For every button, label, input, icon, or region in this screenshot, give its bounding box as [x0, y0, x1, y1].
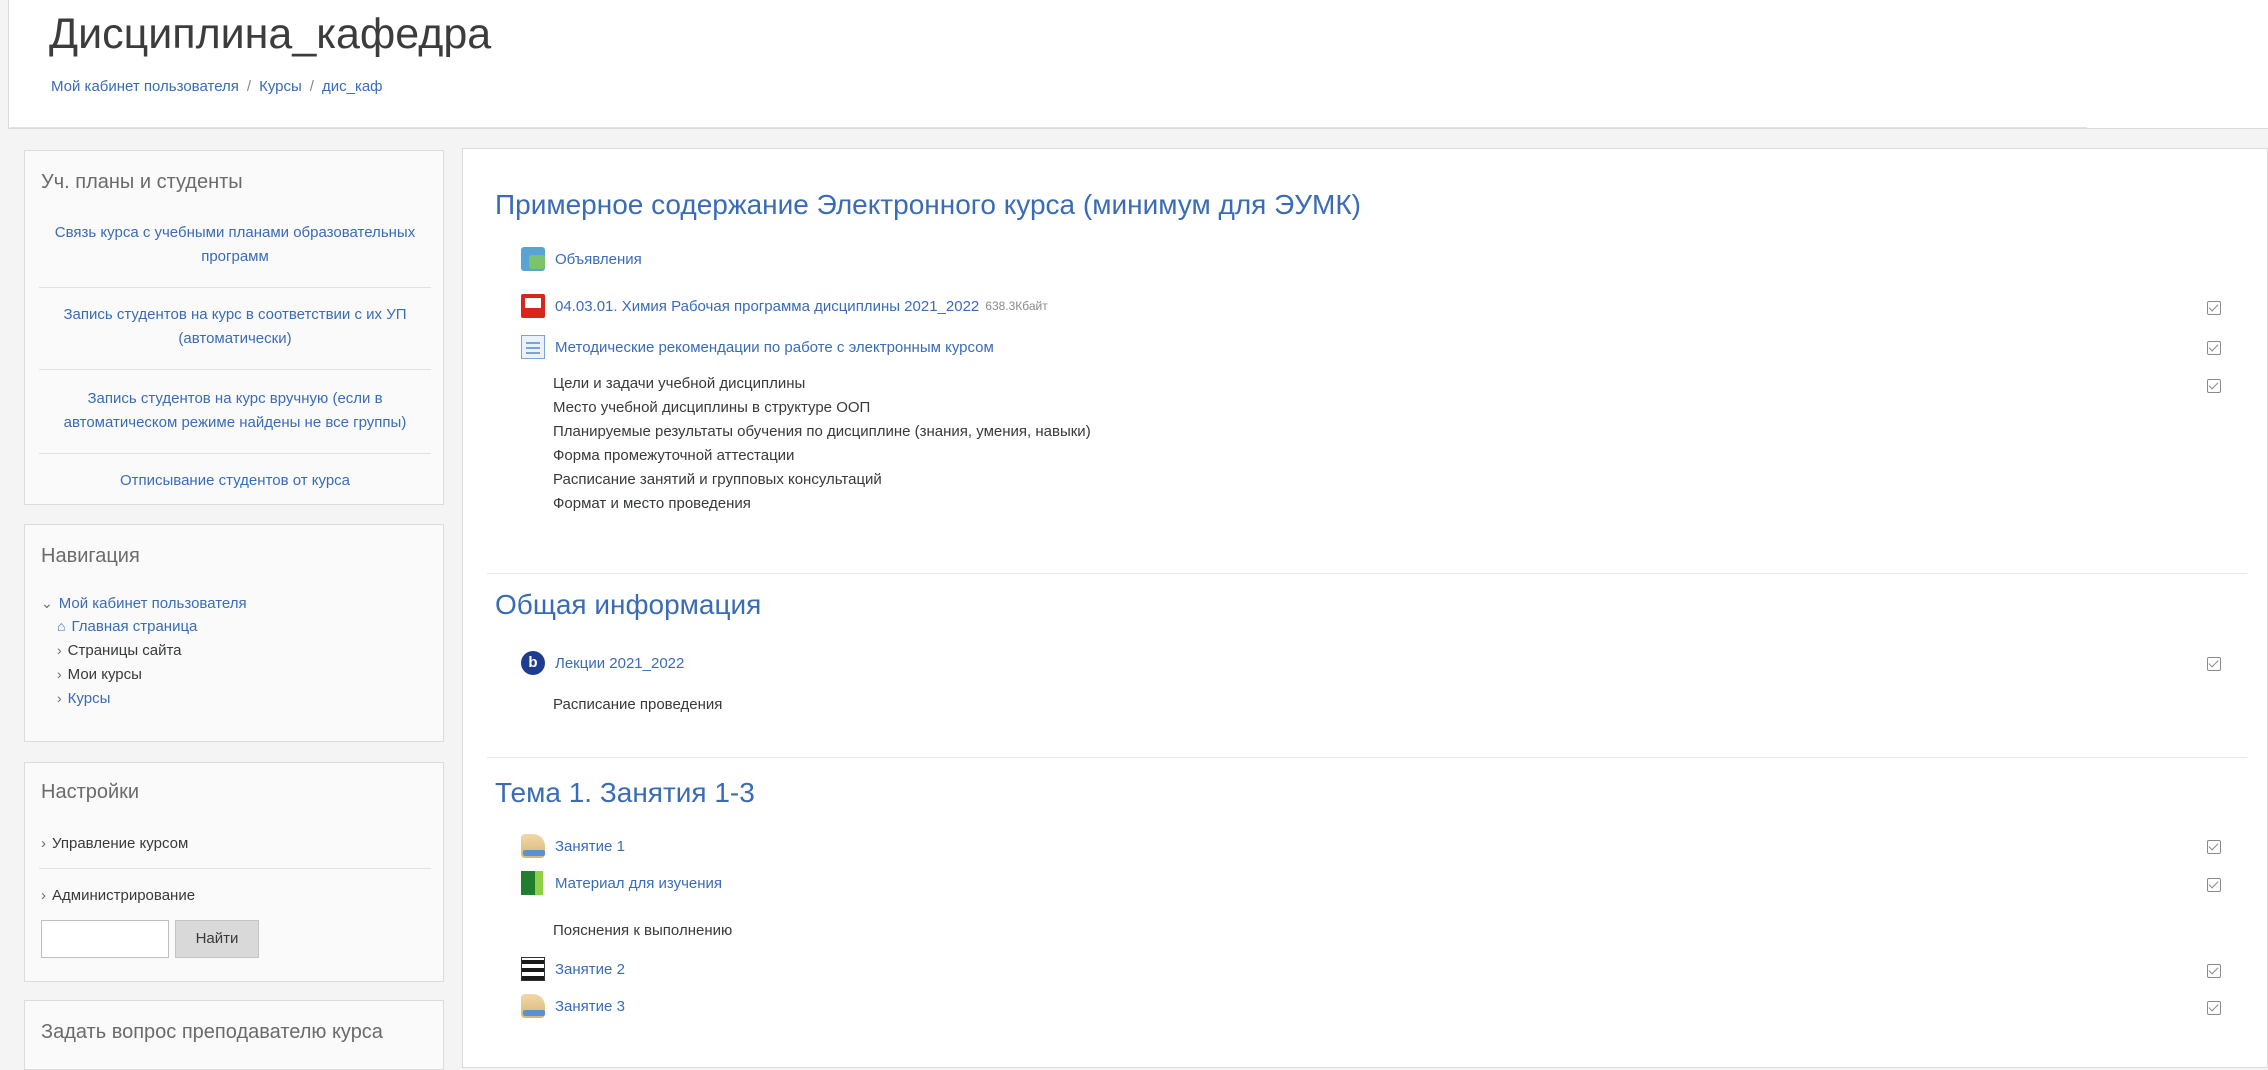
settings-search-input[interactable] [41, 920, 169, 958]
section-title[interactable]: Тема 1. Занятия 1-3 [495, 777, 755, 809]
link-enroll-manual[interactable]: Запись студентов на курс вручную (если в… [39, 387, 431, 435]
divider [39, 453, 431, 454]
activity-lesson-2[interactable]: Занятие 2 [521, 957, 625, 981]
completion-checkbox[interactable] [2207, 301, 2221, 315]
section-title[interactable]: Примерное содержание Электронного курса … [495, 189, 1361, 221]
quiz-icon [521, 957, 545, 981]
page-icon [521, 335, 545, 359]
settings-course-admin[interactable]: › Управление курсом [41, 835, 188, 852]
block-settings: Настройки › Управление курсом › Администри… [24, 762, 444, 982]
home-icon: ⌂ [57, 618, 66, 634]
completion-checkbox[interactable] [2207, 964, 2221, 978]
section-divider [487, 757, 2247, 758]
pdf-icon [521, 294, 545, 318]
chevron-right-icon: › [41, 887, 46, 904]
text-explanations: Пояснения к выполнению [553, 922, 733, 939]
block-ask-teacher: Задать вопрос преподавателю курса [24, 1000, 444, 1070]
chevron-right-icon: › [57, 690, 62, 706]
breadcrumb-my-cabinet[interactable]: Мой кабинет пользователя [51, 78, 239, 95]
chevron-right-icon: › [57, 666, 62, 682]
nav-home[interactable]: ⌂ Главная страница [57, 618, 197, 635]
divider [39, 868, 431, 869]
nav-my-cabinet[interactable]: ⌄ Мой кабинет пользователя [41, 595, 247, 612]
block-title: Навигация [41, 545, 140, 567]
page-title: Дисциплина_кафедра [49, 10, 492, 58]
link-course-plans[interactable]: Связь курса с учебными планами образоват… [39, 221, 431, 269]
section-title[interactable]: Общая информация [495, 589, 761, 621]
header-divider [10, 127, 2087, 128]
activity-lectures[interactable]: b Лекции 2021_2022 [521, 651, 684, 675]
search-button[interactable]: Найти [175, 920, 259, 958]
activity-study-material[interactable]: Материал для изучения [521, 871, 722, 895]
blackboard-icon: b [521, 651, 545, 675]
course-content: Примерное содержание Электронного курса … [462, 148, 2268, 1068]
section-summary: Цели и задачи учебной дисциплины Место у… [553, 375, 1091, 512]
link-enroll-auto[interactable]: Запись студентов на курс в соответствии … [39, 303, 431, 351]
completion-checkbox[interactable] [2207, 379, 2221, 393]
forum-icon [521, 247, 545, 271]
file-size: 638.3Кбайт [985, 299, 1048, 313]
divider [39, 369, 431, 370]
block-title: Настройки [41, 781, 140, 803]
completion-checkbox[interactable] [2207, 840, 2221, 854]
breadcrumb: Мой кабинет пользователя / Курсы / дис_каф [51, 78, 383, 95]
activity-guidelines[interactable]: Методические рекомендации по работе с эл… [521, 335, 994, 359]
divider [39, 287, 431, 288]
completion-checkbox[interactable] [2207, 657, 2221, 671]
lesson-icon [521, 994, 545, 1018]
settings-administration[interactable]: › Администрирование [41, 887, 195, 904]
nav-my-courses[interactable]: › Мои курсы [57, 666, 142, 683]
chevron-down-icon: ⌄ [41, 595, 53, 611]
section-divider [487, 573, 2247, 574]
nav-site-pages[interactable]: › Страницы сайта [57, 642, 182, 659]
completion-checkbox[interactable] [2207, 1001, 2221, 1015]
breadcrumb-courses[interactable]: Курсы [259, 78, 302, 95]
activity-lesson-3[interactable]: Занятие 3 [521, 994, 625, 1018]
block-plans-students: Уч. планы и студенты Связь курса с учебн… [24, 150, 444, 505]
lesson-icon [521, 834, 545, 858]
activity-announcements[interactable]: Объявления [521, 247, 642, 271]
breadcrumb-course[interactable]: дис_каф [322, 78, 383, 95]
book-icon [521, 871, 543, 895]
block-title: Уч. планы и студенты [41, 171, 243, 193]
activity-work-program[interactable]: 04.03.01. Химия Рабочая программа дисцип… [521, 294, 1048, 318]
text-schedule: Расписание проведения [553, 696, 723, 713]
page-header: Дисциплина_кафедра Мой кабинет пользоват… [8, 0, 2268, 129]
completion-checkbox[interactable] [2207, 878, 2221, 892]
activity-lesson-1[interactable]: Занятие 1 [521, 834, 625, 858]
block-title: Задать вопрос преподавателю курса [41, 1021, 383, 1043]
chevron-right-icon: › [41, 835, 46, 852]
chevron-right-icon: › [57, 642, 62, 658]
nav-courses[interactable]: › Курсы [57, 690, 110, 707]
link-unenroll[interactable]: Отписывание студентов от курса [39, 469, 431, 493]
completion-checkbox[interactable] [2207, 341, 2221, 355]
block-navigation: Навигация ⌄ Мой кабинет пользователя ⌂ Гла… [24, 524, 444, 742]
